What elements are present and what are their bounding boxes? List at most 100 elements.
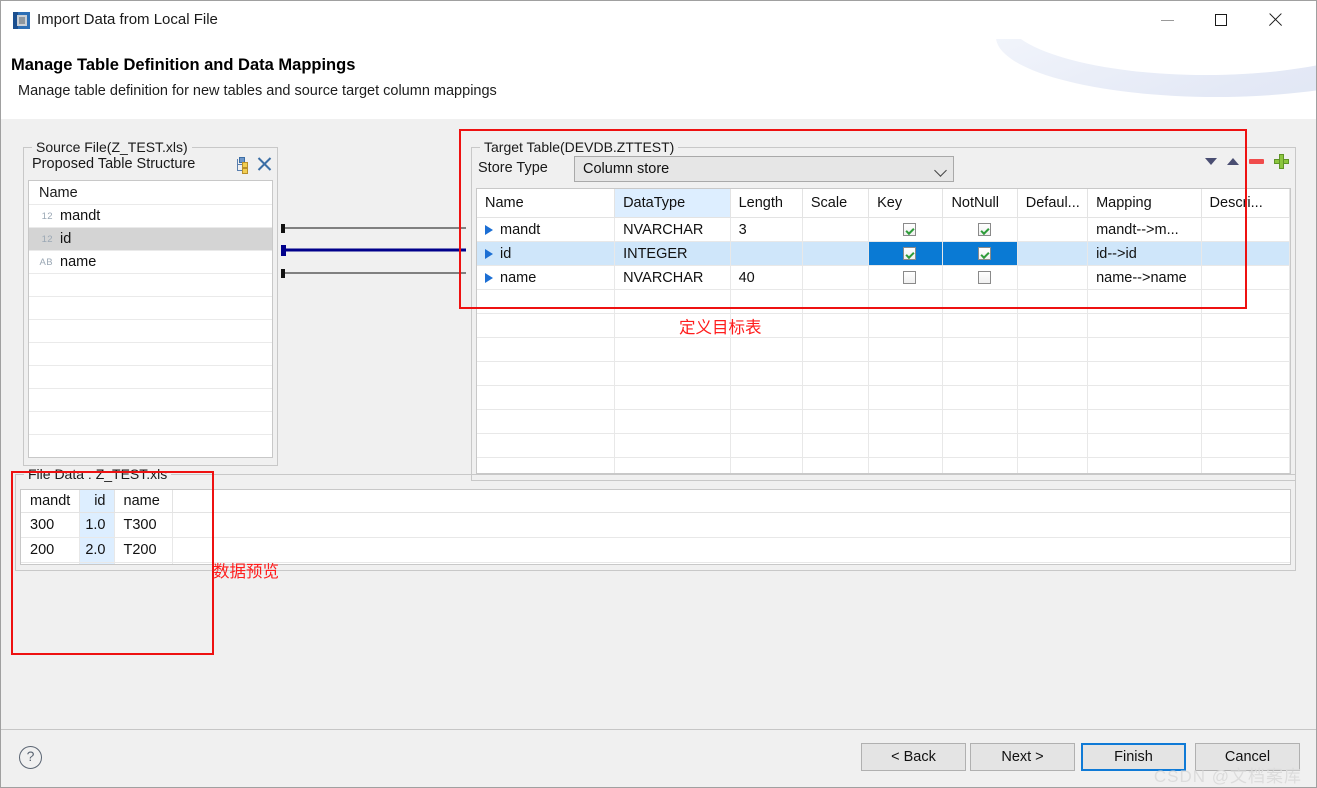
source-column-list[interactable]: Name 12 mandt 12 id AB name (28, 180, 273, 458)
list-item-empty[interactable] (29, 274, 272, 297)
move-down-icon[interactable] (1205, 158, 1217, 165)
list-item-empty[interactable] (29, 412, 272, 435)
cell-name[interactable]: T200 (114, 537, 173, 563)
table-row-empty[interactable] (477, 409, 1290, 434)
cell-key[interactable] (868, 241, 944, 266)
list-item[interactable]: AB name (29, 251, 272, 274)
cell-default[interactable] (1017, 265, 1089, 290)
cell-datatype[interactable]: INTEGER (614, 241, 731, 266)
cell-description[interactable] (1201, 217, 1290, 242)
list-item-empty[interactable] (29, 366, 272, 389)
cell-datatype[interactable]: NVARCHAR (614, 217, 731, 242)
list-item-empty[interactable] (29, 389, 272, 412)
list-item-empty[interactable] (29, 343, 272, 366)
cell-id[interactable]: 3.0 (79, 562, 115, 564)
column-header-default[interactable]: Defaul... (1017, 189, 1089, 218)
cell-scale[interactable] (802, 217, 870, 242)
target-columns-grid[interactable]: Name DataType Length Scale Key NotNull D… (476, 188, 1291, 474)
column-header-id[interactable]: id (79, 490, 115, 513)
cell-mapping[interactable]: name-->name (1087, 265, 1202, 290)
table-row-empty[interactable] (477, 385, 1290, 410)
remove-row-icon[interactable] (1249, 159, 1264, 164)
list-item[interactable]: 12 mandt (29, 205, 272, 228)
cell-scale[interactable] (802, 265, 870, 290)
close-icon[interactable] (257, 157, 271, 171)
cell-mandt[interactable]: 200 (21, 537, 80, 563)
key-checkbox[interactable] (903, 247, 917, 261)
list-item-empty[interactable] (29, 435, 272, 457)
maximize-button[interactable] (1198, 1, 1244, 39)
cell-name[interactable]: name (477, 265, 616, 290)
cell-id[interactable]: 1.0 (79, 512, 115, 538)
cell-blank[interactable] (172, 537, 1290, 563)
store-type-select[interactable]: Column store (574, 156, 954, 182)
cell-name[interactable]: T300 (114, 562, 173, 564)
cell-scale[interactable] (802, 241, 870, 266)
next-button[interactable]: Next > (970, 743, 1075, 771)
close-button[interactable] (1252, 1, 1298, 39)
key-checkbox[interactable] (903, 223, 917, 237)
column-header-datatype[interactable]: DataType (614, 189, 731, 218)
move-up-icon[interactable] (1227, 158, 1239, 165)
notnull-checkbox[interactable] (977, 247, 991, 261)
expander-icon[interactable] (485, 248, 493, 259)
cell-datatype[interactable]: NVARCHAR (614, 265, 731, 290)
key-checkbox[interactable] (903, 271, 917, 285)
cell-description[interactable] (1201, 265, 1290, 290)
table-row[interactable]: mandt NVARCHAR 3 mandt-->m... (477, 217, 1290, 242)
column-header-scale[interactable]: Scale (802, 189, 870, 218)
column-header-name[interactable]: name (114, 490, 173, 513)
back-button[interactable]: < Back (861, 743, 966, 771)
cell-notnull[interactable] (942, 265, 1018, 290)
notnull-checkbox[interactable] (977, 223, 991, 237)
column-header-key[interactable]: Key (868, 189, 944, 218)
cell-description[interactable] (1201, 241, 1290, 266)
cell-name[interactable]: T300 (114, 512, 173, 538)
cell-name[interactable]: id (477, 241, 616, 266)
column-header-mandt[interactable]: mandt (21, 490, 80, 513)
add-row-icon[interactable] (1274, 154, 1289, 169)
table-row-empty[interactable] (477, 337, 1290, 362)
expander-icon[interactable] (485, 272, 493, 283)
cell-notnull[interactable] (942, 241, 1018, 266)
list-item-empty[interactable] (29, 320, 272, 343)
cell-default[interactable] (1017, 217, 1089, 242)
cell-key[interactable] (868, 217, 944, 242)
cell-id[interactable]: 2.0 (79, 537, 115, 563)
cell-length[interactable]: 3 (730, 217, 803, 242)
cell-name[interactable]: mandt (477, 217, 616, 242)
cell-length[interactable]: 40 (730, 265, 803, 290)
list-item[interactable]: 12 id (29, 228, 272, 251)
minimize-button[interactable] (1144, 1, 1190, 39)
cell-mandt[interactable]: 300 (21, 512, 80, 538)
cell-default[interactable] (1017, 241, 1089, 266)
cell-notnull[interactable] (942, 217, 1018, 242)
cell-mapping[interactable]: id-->id (1087, 241, 1202, 266)
table-row[interactable]: name NVARCHAR 40 name-->name (477, 265, 1290, 290)
column-header-blank[interactable] (172, 490, 1290, 513)
cell-mapping[interactable]: mandt-->m... (1087, 217, 1202, 242)
table-row-empty[interactable] (477, 289, 1290, 314)
cell-mandt[interactable]: 300 (21, 562, 80, 564)
notnull-checkbox[interactable] (977, 271, 991, 285)
cell-length[interactable] (730, 241, 803, 266)
table-row[interactable]: id INTEGER id-->id (477, 241, 1290, 266)
table-row[interactable]: 200 2.0 T200 (21, 537, 1290, 563)
table-row-empty[interactable] (477, 457, 1290, 473)
table-row[interactable]: 300 1.0 T300 (21, 512, 1290, 538)
table-row-empty[interactable] (477, 313, 1290, 338)
column-header-mapping[interactable]: Mapping (1087, 189, 1202, 218)
table-row-empty[interactable] (477, 433, 1290, 458)
cell-blank[interactable] (172, 512, 1290, 538)
column-header-name[interactable]: Name (477, 189, 616, 218)
table-row[interactable]: 300 3.0 T300 (21, 562, 1290, 564)
list-item-empty[interactable] (29, 297, 272, 320)
tree-structure-icon[interactable] (234, 157, 249, 174)
column-header-length[interactable]: Length (730, 189, 803, 218)
table-row-empty[interactable] (477, 361, 1290, 386)
cell-blank[interactable] (172, 562, 1290, 564)
column-header-notnull[interactable]: NotNull (942, 189, 1018, 218)
expander-icon[interactable] (485, 224, 493, 235)
cell-key[interactable] (868, 265, 944, 290)
file-data-grid[interactable]: mandt id name 300 1.0 T300 200 2.0 T200 (20, 489, 1291, 565)
